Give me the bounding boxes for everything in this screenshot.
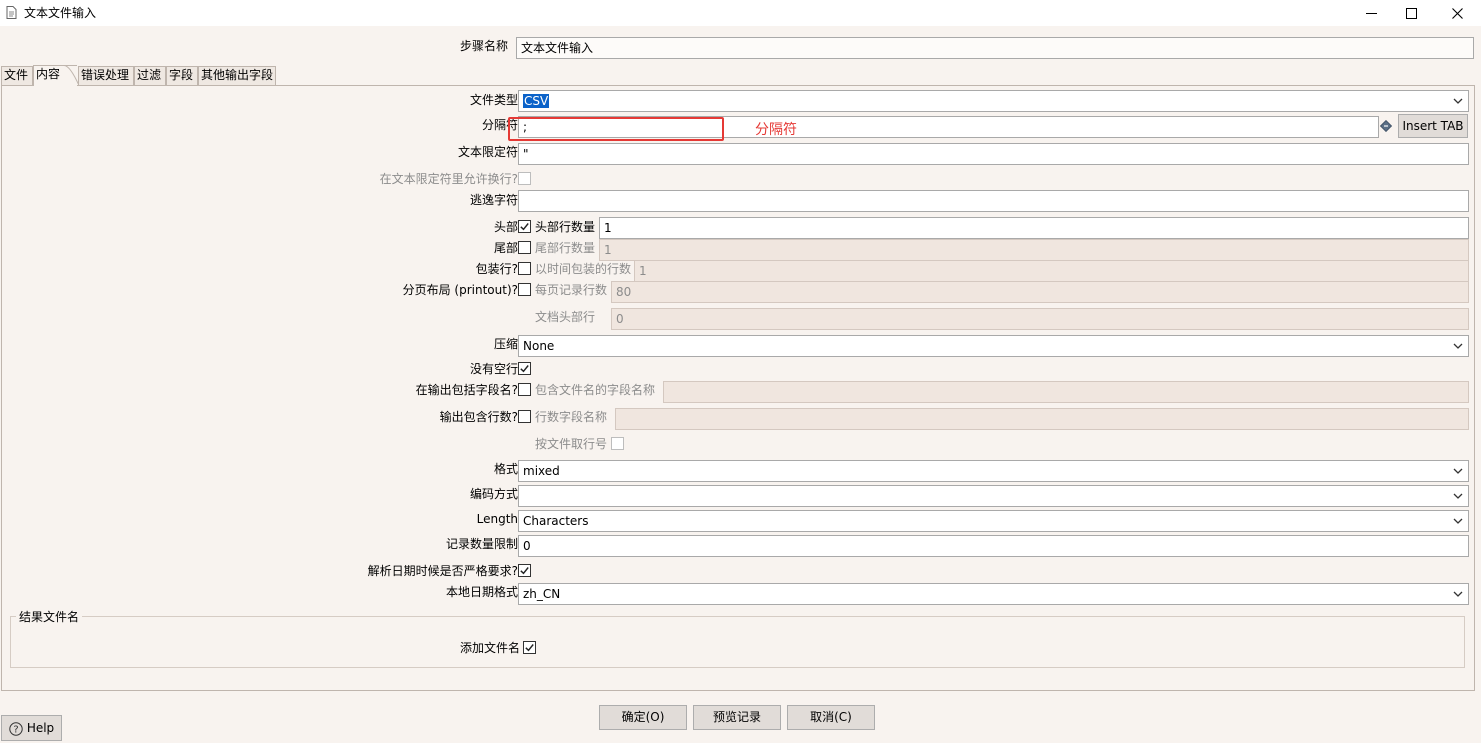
header-checkbox[interactable] [518, 220, 531, 233]
locale-select[interactable]: zh_CN [518, 583, 1469, 605]
enclosure-breaks-label: 在文本限定符里允许换行? [379, 172, 518, 186]
tab-error-handling[interactable]: 错误处理 [78, 66, 134, 85]
title-bar: 文本文件输入 [0, 0, 1481, 26]
chevron-down-icon [1451, 338, 1465, 354]
cancel-button[interactable]: 取消(C) [787, 705, 875, 730]
chevron-down-icon [1451, 93, 1465, 109]
length-label: Length [476, 512, 518, 526]
footer-rows-label: 尾部行数量 [535, 241, 596, 255]
enclosure-label: 文本限定符 [457, 145, 518, 159]
variable-diamond-icon[interactable] [1379, 119, 1393, 133]
date-lenient-checkbox[interactable] [518, 564, 531, 577]
locale-value: zh_CN [523, 587, 561, 601]
help-button[interactable]: ? Help [1, 715, 62, 741]
no-empty-rows-label: 没有空行 [469, 362, 518, 376]
include-rownum-label: 输出包含行数? [439, 410, 518, 424]
check-icon [520, 365, 529, 373]
filetype-value: CSV [523, 94, 550, 108]
include-filename-checkbox[interactable] [518, 383, 531, 396]
format-label: 格式 [493, 462, 518, 476]
header-rows-label: 头部行数量 [535, 220, 596, 234]
enclosure-input[interactable]: " [518, 143, 1469, 165]
svg-text:?: ? [13, 725, 18, 736]
footer-rows-input[interactable]: 1 [599, 239, 1469, 261]
window-title: 文本文件输入 [24, 6, 97, 20]
footer-label: 尾部 [493, 241, 518, 255]
compression-value: None [523, 339, 555, 353]
rows-per-page-label: 每页记录行数 [535, 283, 608, 297]
enclosure-breaks-checkbox[interactable] [518, 172, 531, 185]
chevron-down-icon [1451, 488, 1465, 504]
wrap-label: 包装行? [475, 262, 518, 276]
rownum-field-input[interactable] [615, 408, 1469, 430]
footer-checkbox[interactable] [518, 241, 531, 254]
minimize-icon [1365, 12, 1377, 14]
rownum-field-label: 行数字段名称 [535, 410, 608, 424]
limit-input[interactable]: 0 [518, 535, 1469, 557]
format-select[interactable]: mixed [518, 460, 1469, 482]
result-file-group-title: 结果文件名 [16, 609, 83, 625]
maximize-button[interactable] [1392, 0, 1430, 26]
format-value: mixed [523, 464, 560, 478]
filename-field-input[interactable] [663, 381, 1469, 403]
check-icon [525, 644, 534, 652]
tab-file[interactable]: 文件 [1, 66, 33, 85]
add-filename-checkbox[interactable] [523, 641, 536, 654]
rows-per-page-input[interactable]: 80 [611, 281, 1469, 303]
close-button[interactable] [1438, 0, 1476, 26]
result-file-group [10, 616, 1465, 668]
compression-label: 压缩 [493, 337, 518, 351]
encoding-select[interactable] [518, 485, 1469, 507]
header-rows-input[interactable]: 1 [599, 217, 1469, 239]
rownum-by-file-checkbox[interactable] [611, 437, 624, 450]
layout-paged-label: 分页布局 (printout)? [402, 283, 518, 297]
preview-button[interactable]: 预览记录 [693, 705, 781, 730]
header-label: 头部 [493, 220, 518, 234]
help-label: Help [26, 721, 55, 735]
include-rownum-checkbox[interactable] [518, 410, 531, 423]
layout-paged-checkbox[interactable] [518, 283, 531, 296]
tab-other-output-fields[interactable]: 其他输出字段 [198, 66, 276, 85]
filename-field-label: 包含文件名的字段名称 [535, 383, 656, 397]
filetype-select[interactable]: CSV [518, 90, 1469, 112]
separator-annotation: 分隔符 [755, 122, 797, 138]
escape-input[interactable] [518, 190, 1469, 212]
tab-filter[interactable]: 过滤 [134, 66, 166, 85]
wrap-rows-label: 以时间包装的行数 [535, 262, 632, 276]
ok-button[interactable]: 确定(O) [599, 705, 687, 730]
escape-label: 逃逸字符 [469, 193, 518, 207]
close-icon [1451, 7, 1463, 19]
step-name-label: 步骤名称 [459, 39, 508, 53]
filetype-label: 文件类型 [469, 93, 518, 107]
wrap-checkbox[interactable] [518, 262, 531, 275]
add-filename-label: 添加文件名 [459, 641, 520, 655]
step-name-input[interactable]: 文本文件输入 [516, 37, 1474, 59]
chevron-down-icon [1451, 586, 1465, 602]
rownum-by-file-label: 按文件取行号 [535, 437, 608, 451]
no-empty-rows-checkbox[interactable] [518, 362, 531, 375]
insert-tab-button[interactable]: Insert TAB [1398, 114, 1468, 138]
chevron-down-icon [1451, 513, 1465, 529]
length-select[interactable]: Characters [518, 510, 1469, 532]
locale-label: 本地日期格式 [445, 585, 518, 599]
tab-fields[interactable]: 字段 [166, 66, 198, 85]
separator-highlight-box [508, 117, 724, 141]
encoding-label: 编码方式 [469, 487, 518, 501]
help-icon: ? [9, 721, 23, 736]
compression-select[interactable]: None [518, 335, 1469, 357]
doc-header-rows-label: 文档头部行 [535, 310, 596, 324]
chevron-down-icon [1451, 463, 1465, 479]
length-value: Characters [523, 514, 589, 528]
check-icon [520, 223, 529, 231]
limit-label: 记录数量限制 [445, 537, 518, 551]
maximize-icon [1405, 7, 1417, 19]
check-icon [520, 567, 529, 575]
date-lenient-label: 解析日期时候是否严格要求? [367, 564, 518, 578]
doc-header-rows-input[interactable]: 0 [611, 308, 1469, 330]
include-filename-label: 在输出包括字段名? [415, 383, 518, 397]
wrap-rows-input[interactable]: 1 [634, 260, 1469, 282]
minimize-button[interactable] [1352, 0, 1390, 26]
document-icon [6, 6, 17, 19]
